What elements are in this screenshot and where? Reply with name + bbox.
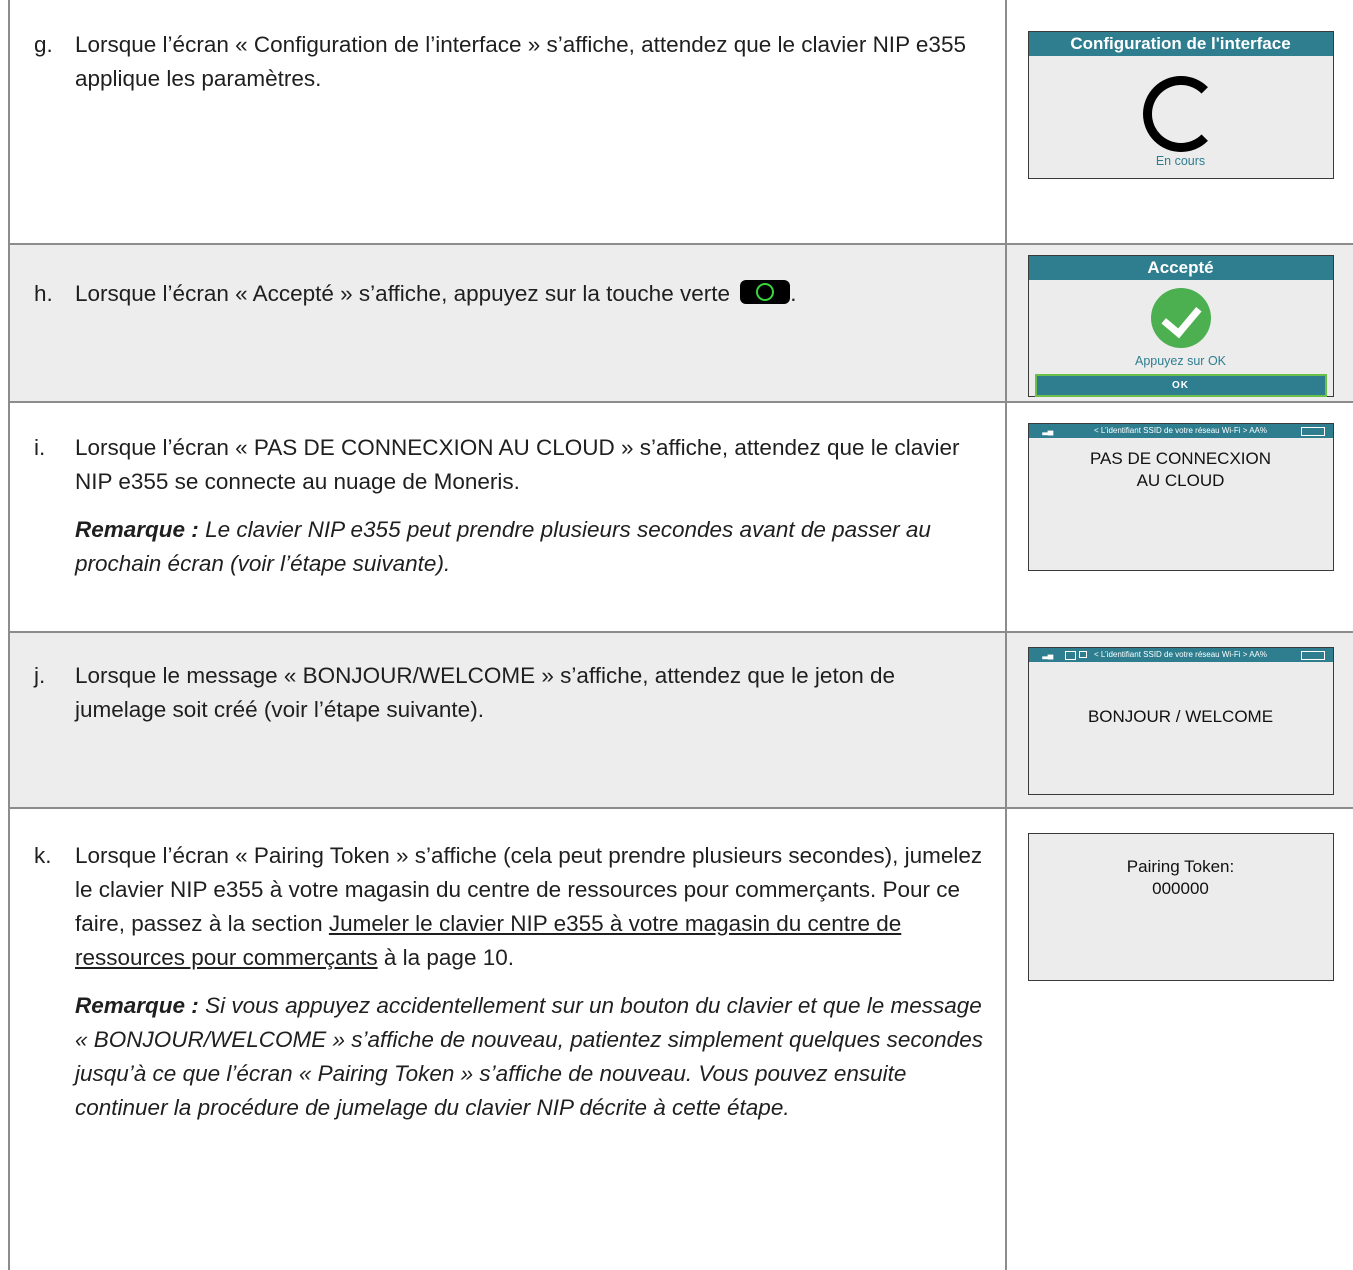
screen-ok-button: OK: [1034, 374, 1327, 397]
step-row-i: i. Lorsque l’écran « PAS DE CONNECXION A…: [8, 401, 1353, 633]
terminal-screen-accepted: Accepté Appuyez sur OK OK: [1027, 255, 1334, 397]
step-instruction: Lorsque l’écran « Configuration de l’int…: [75, 32, 966, 91]
step-row-h: h. Lorsque l’écran « Accepté » s’affiche…: [8, 243, 1353, 403]
step-text-cell: i. Lorsque l’écran « PAS DE CONNECXION A…: [8, 401, 1007, 633]
step-screen-cell: Accepté Appuyez sur OK OK: [1005, 243, 1353, 403]
step-note: Remarque : Le clavier NIP e355 peut pren…: [75, 517, 931, 576]
step-screen-cell: ▂▄ < L’identifiant SSID de votre réseau …: [1005, 631, 1353, 809]
step-letter: g.: [34, 32, 53, 57]
pairing-token-value: 000000: [1152, 879, 1209, 898]
screen-message-line2: AU CLOUD: [1136, 471, 1225, 490]
document-page: g. Lorsque l’écran « Configuration de l’…: [0, 0, 1353, 1270]
battery-icon: [1300, 427, 1325, 436]
step-row-g: g. Lorsque l’écran « Configuration de l’…: [8, 0, 1353, 245]
step-screen-cell: ▂▄ < L’identifiant SSID de votre réseau …: [1005, 401, 1353, 633]
terminal-screen-configuration: Configuration de l'interface En cours: [1027, 31, 1334, 179]
terminal-screen-no-cloud: ▂▄ < L’identifiant SSID de votre réseau …: [1027, 423, 1334, 571]
screen-message-line1: Pairing Token:: [1126, 857, 1235, 876]
ssid-label: < L’identifiant SSID de votre réseau Wi-…: [1094, 650, 1267, 659]
screen-header: Configuration de l'interface: [1028, 32, 1333, 56]
steps-table: g. Lorsque l’écran « Configuration de l’…: [8, 0, 1353, 1270]
step-instruction: Lorsque l’écran « Accepté » s’affiche, a…: [75, 280, 797, 306]
step-row-j: j. Lorsque le message « BONJOUR/WELCOME …: [8, 631, 1353, 809]
step-letter: h.: [34, 281, 53, 306]
screen-status-bar: ▂▄ < L’identifiant SSID de votre réseau …: [1028, 648, 1333, 662]
step-instruction: Lorsque l’écran « Pairing Token » s’affi…: [75, 843, 983, 970]
ssid-label: < L’identifiant SSID de votre réseau Wi-…: [1094, 426, 1267, 435]
screen-message-line1: PAS DE CONNECXION: [1089, 449, 1272, 468]
step-text-cell: g. Lorsque l’écran « Configuration de l’…: [8, 0, 1007, 245]
loading-spinner-icon: [1142, 76, 1219, 152]
screen-status-text: En cours: [1155, 154, 1206, 168]
step-text-cell: k. Lorsque l’écran « Pairing Token » s’a…: [8, 807, 1007, 1270]
step-letter: k.: [34, 843, 52, 868]
step-text-cell: j. Lorsque le message « BONJOUR/WELCOME …: [8, 631, 1007, 809]
step-note: Remarque : Si vous appuyez accidentellem…: [75, 993, 983, 1120]
step-letter: i.: [34, 435, 46, 460]
step-instruction: Lorsque le message « BONJOUR/WELCOME » s…: [75, 663, 895, 722]
green-ok-key-icon: [740, 280, 791, 304]
terminal-screen-pairing-token: Pairing Token: 000000: [1027, 833, 1334, 981]
step-screen-cell: Configuration de l'interface En cours: [1005, 0, 1353, 245]
checkmark-icon: [1150, 288, 1211, 348]
step-row-k: k. Lorsque l’écran « Pairing Token » s’a…: [8, 807, 1353, 1270]
screen-header: Accepté: [1028, 256, 1333, 280]
step-screen-cell: Pairing Token: 000000: [1005, 807, 1353, 1270]
step-instruction: Lorsque l’écran « PAS DE CONNECXION AU C…: [75, 435, 960, 494]
battery-icon: [1300, 651, 1325, 660]
step-letter: j.: [34, 663, 46, 688]
step-text-cell: h. Lorsque l’écran « Accepté » s’affiche…: [8, 243, 1007, 403]
screen-message-line1: BONJOUR / WELCOME: [1087, 707, 1274, 726]
screen-status-text: Appuyez sur OK: [1134, 354, 1226, 368]
screen-status-bar: ▂▄ < L’identifiant SSID de votre réseau …: [1028, 424, 1333, 438]
terminal-screen-welcome: ▂▄ < L’identifiant SSID de votre réseau …: [1027, 647, 1334, 795]
